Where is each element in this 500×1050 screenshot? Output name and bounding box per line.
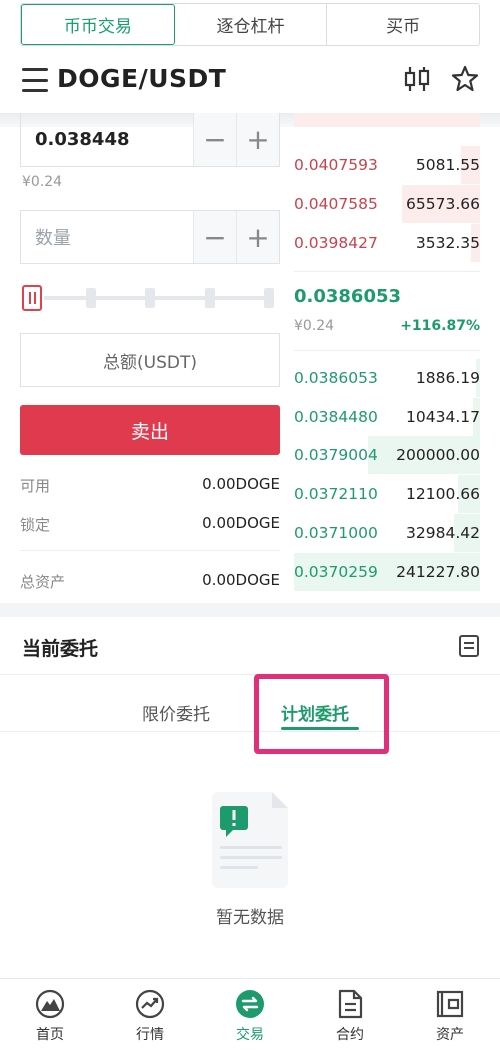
bid-quantity: 200000.00 — [396, 446, 480, 464]
bottom-navigation: 首页 行情 交易 合约 资产 — [0, 978, 500, 1050]
bid-price: 0.0384480 — [294, 408, 378, 426]
empty-document-icon — [210, 790, 290, 890]
divider — [294, 271, 480, 272]
ask-price: 0.0407593 — [294, 156, 378, 174]
current-orders-title: 当前委托 — [22, 638, 99, 660]
price-change: +116.87% — [400, 318, 480, 334]
balance-row-available: 可用 0.00DOGE — [20, 475, 280, 496]
price-increase-button[interactable]: + — [236, 113, 279, 166]
hamburger-menu-icon[interactable] — [22, 68, 48, 92]
highlight-box — [254, 674, 389, 754]
ask-price: 0.0407585 — [294, 195, 378, 213]
last-price[interactable]: 0.0386053 — [294, 286, 401, 307]
quantity-placeholder[interactable]: 数量 — [21, 211, 193, 263]
order-book-bid-row[interactable]: 0.0372110 12100.66 — [294, 475, 480, 513]
price-cny-hint: ¥0.24 — [22, 174, 63, 190]
balance-value: 0.00DOGE — [202, 514, 280, 532]
quantity-decrease-button[interactable]: − — [193, 211, 236, 263]
order-book-ask-row-clipped — [294, 113, 480, 127]
bid-price: 0.0372110 — [294, 485, 378, 503]
home-mountain-icon — [35, 989, 65, 1019]
price-value[interactable]: 0.038448 — [21, 113, 193, 166]
trade-type-tabs: 币币交易 逐仓杠杆 买币 — [20, 3, 480, 46]
slider-tick-75[interactable] — [205, 288, 215, 308]
balance-row-total: 总资产 0.00DOGE — [20, 571, 280, 592]
star-icon[interactable] — [451, 64, 479, 94]
balance-value: 0.00DOGE — [202, 571, 280, 589]
tab-spot-trading[interactable]: 币币交易 — [21, 4, 175, 45]
order-book-bid-row[interactable]: 0.0370259 241227.80 — [294, 553, 480, 591]
ask-quantity: 65573.66 — [406, 195, 480, 213]
ask-price: 0.0398427 — [294, 234, 378, 252]
bid-price: 0.0386053 — [294, 369, 378, 387]
balance-label: 锁定 — [20, 516, 51, 534]
divider — [0, 731, 500, 732]
balance-row-locked: 锁定 0.00DOGE — [20, 514, 280, 535]
contract-document-icon — [338, 989, 363, 1019]
order-book-bid-row[interactable]: 0.0386053 1886.19 — [294, 359, 480, 397]
nav-label: 合约 — [336, 1027, 364, 1043]
order-book-bid-row[interactable]: 0.0379004 200000.00 — [294, 436, 480, 474]
slider-handle[interactable] — [22, 285, 42, 311]
depth-bar — [294, 113, 480, 127]
balance-label: 可用 — [20, 477, 51, 495]
tab-isolated-margin[interactable]: 逐仓杠杆 — [175, 4, 328, 45]
nav-assets[interactable]: 资产 — [400, 979, 500, 1050]
nav-label: 行情 — [136, 1027, 164, 1043]
ask-quantity: 3532.35 — [415, 234, 480, 252]
order-book-ask-row[interactable]: 0.0407585 65573.66 — [294, 185, 480, 223]
divider — [20, 550, 280, 551]
divider — [294, 350, 480, 351]
bid-price: 0.0379004 — [294, 446, 378, 464]
amount-slider[interactable] — [20, 285, 280, 311]
wallet-icon — [436, 990, 464, 1018]
quantity-input[interactable]: 数量 − + — [20, 210, 280, 264]
nav-label: 首页 — [36, 1027, 64, 1043]
slider-tick-25[interactable] — [86, 288, 96, 308]
bid-quantity: 12100.66 — [406, 485, 480, 503]
nav-trade[interactable]: 交易 — [200, 979, 300, 1050]
nav-label: 交易 — [236, 1027, 264, 1043]
empty-state-text: 暂无数据 — [216, 908, 284, 928]
section-gap — [0, 603, 500, 617]
total-input[interactable]: 总额(USDT) — [20, 333, 280, 387]
order-history-icon[interactable] — [458, 634, 480, 658]
pair-title[interactable]: DOGE/USDT — [57, 64, 226, 93]
nav-market[interactable]: 行情 — [100, 979, 200, 1050]
nav-label: 资产 — [436, 1027, 464, 1043]
order-book-bid-row[interactable]: 0.0371000 32984.42 — [294, 514, 480, 552]
bid-quantity: 32984.42 — [406, 524, 480, 542]
trade-swap-icon — [236, 990, 264, 1018]
slider-tick-50[interactable] — [145, 288, 155, 308]
divider — [0, 674, 500, 675]
tab-limit-orders[interactable]: 限价委托 — [142, 700, 210, 725]
order-book-ask-row[interactable]: 0.0398427 3532.35 — [294, 224, 480, 262]
bid-quantity: 1886.19 — [415, 369, 480, 387]
bid-price: 0.0371000 — [294, 524, 378, 542]
quantity-increase-button[interactable]: + — [236, 211, 279, 263]
order-book-bid-row[interactable]: 0.0384480 10434.17 — [294, 398, 480, 436]
nav-contract[interactable]: 合约 — [300, 979, 400, 1050]
market-trend-icon — [135, 989, 165, 1019]
slider-tick-100[interactable] — [264, 288, 274, 308]
balance-value: 0.00DOGE — [202, 475, 280, 493]
ask-quantity: 5081.55 — [415, 156, 480, 174]
tab-buy-crypto[interactable]: 买币 — [327, 4, 479, 45]
candlestick-icon[interactable] — [403, 64, 431, 94]
order-book-ask-row[interactable]: 0.0407593 5081.55 — [294, 146, 480, 184]
price-decrease-button[interactable]: − — [193, 113, 236, 166]
balance-label: 总资产 — [20, 573, 66, 591]
price-input[interactable]: 0.038448 − + — [20, 113, 280, 167]
last-price-cny: ¥0.24 — [294, 318, 335, 334]
sell-button[interactable]: 卖出 — [20, 405, 280, 455]
nav-home[interactable]: 首页 — [0, 979, 100, 1050]
bid-quantity: 10434.17 — [406, 408, 480, 426]
bid-quantity: 241227.80 — [396, 563, 480, 581]
slider-track[interactable] — [44, 296, 274, 300]
bid-price: 0.0370259 — [294, 563, 378, 581]
